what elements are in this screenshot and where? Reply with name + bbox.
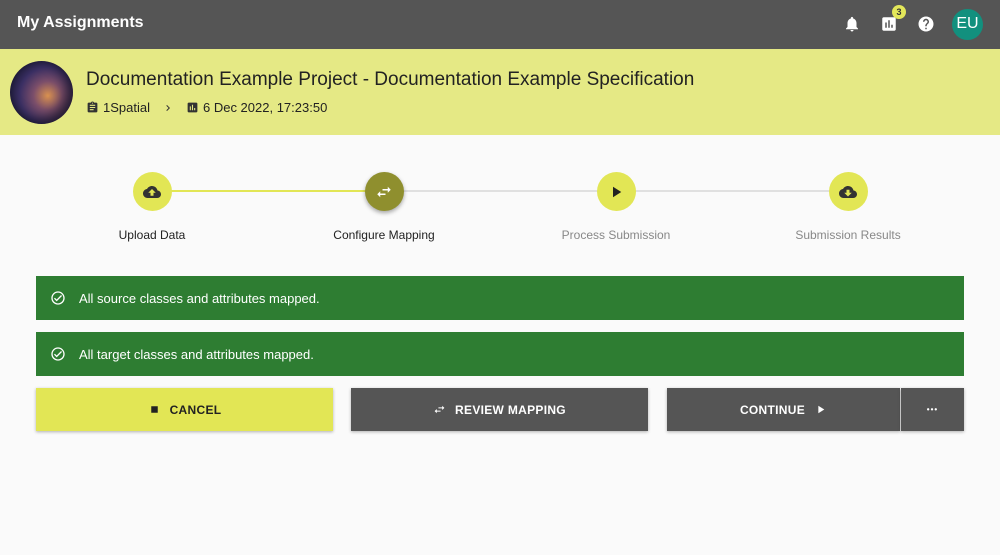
chevron-right-icon (162, 102, 174, 114)
step-label: Submission Results (795, 228, 901, 242)
submission-stepper: Upload Data Configure Mapping Process Su… (36, 170, 964, 245)
organisation-link[interactable]: 1Spatial (103, 100, 150, 115)
swap-arrows-icon (364, 172, 404, 211)
continue-button[interactable]: CONTINUE (667, 388, 900, 431)
play-icon (814, 403, 827, 416)
cloud-download-icon (828, 172, 868, 211)
check-circle-icon (50, 290, 66, 306)
step-upload-data[interactable]: Upload Data (36, 170, 268, 242)
step-label: Upload Data (118, 228, 186, 242)
check-circle-icon (50, 346, 66, 362)
cancel-button[interactable]: CANCEL (36, 388, 333, 431)
alert-text: All source classes and attributes mapped… (79, 290, 320, 306)
project-title: Documentation Example Project - Document… (86, 69, 695, 90)
step-configure-mapping[interactable]: Configure Mapping (268, 170, 500, 242)
continue-label: CONTINUE (739, 402, 806, 417)
step-process-submission[interactable]: Process Submission (500, 170, 732, 242)
review-mapping-button[interactable]: REVIEW MAPPING (351, 388, 648, 431)
more-dots-icon: ••• (926, 405, 939, 414)
source-mapped-alert: All source classes and attributes mapped… (36, 276, 964, 320)
step-label: Configure Mapping (333, 228, 435, 242)
target-mapped-alert: All target classes and attributes mapped… (36, 332, 964, 376)
submission-timestamp: 6 Dec 2022, 17:23:50 (202, 100, 328, 115)
clipboard-icon (86, 101, 99, 114)
project-breadcrumb: 1Spatial 6 Dec 2022, 17:23:50 (86, 100, 327, 115)
project-thumbnail (10, 61, 73, 124)
swap-arrows-icon (433, 403, 446, 416)
project-header: Documentation Example Project - Document… (0, 49, 1000, 135)
user-avatar[interactable]: EU (952, 8, 983, 40)
review-mapping-label: REVIEW MAPPING (455, 402, 566, 417)
help-icon[interactable] (915, 13, 937, 35)
play-icon (596, 172, 636, 211)
app-bar-actions: 3 EU (826, 5, 983, 40)
app-bar: My Assignments 3 EU (0, 0, 1000, 49)
reports-chart-icon[interactable]: 3 (878, 5, 906, 35)
more-options-button[interactable]: ••• (901, 388, 964, 431)
step-label: Process Submission (561, 228, 671, 242)
notifications-bell-icon[interactable] (841, 13, 863, 35)
step-submission-results[interactable]: Submission Results (732, 170, 964, 242)
chart-icon (186, 101, 199, 114)
cloud-upload-icon (132, 172, 172, 211)
stop-icon (148, 403, 161, 416)
cancel-label: CANCEL (169, 402, 222, 417)
reports-badge: 3 (892, 5, 906, 19)
app-title: My Assignments (17, 14, 144, 31)
alert-text: All target classes and attributes mapped… (79, 346, 314, 362)
